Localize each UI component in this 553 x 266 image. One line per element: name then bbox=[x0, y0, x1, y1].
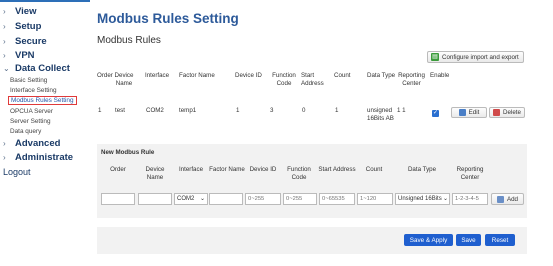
page-title: Modbus Rules Setting bbox=[97, 11, 239, 26]
sidebar-item-view[interactable]: › View bbox=[3, 6, 36, 17]
sidebar-item-administrate[interactable]: › Administrate bbox=[3, 152, 73, 163]
enable-checkbox[interactable]: ✓ bbox=[432, 110, 439, 117]
edit-button[interactable]: Edit bbox=[451, 107, 487, 118]
start-address-input[interactable] bbox=[319, 193, 355, 205]
chevron-right-icon: › bbox=[3, 51, 6, 60]
sidebar-item-secure[interactable]: › Secure bbox=[3, 36, 47, 47]
column-header-count: Count bbox=[334, 72, 351, 79]
delete-icon bbox=[493, 109, 501, 116]
order-input[interactable] bbox=[101, 193, 135, 205]
factor-name-input[interactable] bbox=[209, 193, 243, 205]
column-header-function-code: Function Code bbox=[272, 72, 296, 87]
submenu-modbus-rules-setting[interactable]: Modbus Rules Setting bbox=[8, 96, 77, 105]
sidebar-item-vpn[interactable]: › VPN bbox=[3, 50, 35, 61]
column-header-interface: Interface bbox=[145, 72, 170, 79]
new-header-order: Order bbox=[110, 166, 126, 173]
edit-icon bbox=[458, 109, 466, 116]
new-header-count: Count bbox=[365, 166, 383, 173]
cell-function-code: 3 bbox=[270, 107, 274, 114]
cell-reporting-center: 1 1 bbox=[397, 107, 406, 114]
column-header-reporting-center: Reporting Center bbox=[398, 72, 425, 87]
function-code-input[interactable] bbox=[283, 193, 317, 205]
new-header-data-type: Data Type bbox=[407, 166, 437, 173]
sidebar-item-label: Setup bbox=[15, 21, 42, 32]
column-header-start-address: Start Address bbox=[301, 72, 324, 87]
column-header-enable: Enable bbox=[430, 72, 450, 79]
chevron-down-icon: ⌄ bbox=[3, 64, 10, 73]
save-apply-button[interactable]: Save & Apply bbox=[404, 234, 453, 246]
column-header-device-id: Device ID bbox=[235, 72, 262, 79]
sidebar-item-label: VPN bbox=[15, 50, 35, 61]
sidebar-item-advanced[interactable]: › Advanced bbox=[3, 138, 60, 149]
new-header-device-id: Device ID bbox=[249, 166, 277, 173]
cell-data-type: unsigned 16Bits AB bbox=[367, 107, 394, 122]
chevron-right-icon: › bbox=[3, 37, 6, 46]
cell-start-address: 0 bbox=[302, 107, 306, 114]
chevron-down-icon: ⌄ bbox=[442, 196, 448, 202]
sidebar-item-label: Secure bbox=[15, 36, 47, 47]
config-icon: ▤ bbox=[431, 53, 439, 61]
reset-button[interactable]: Reset bbox=[485, 234, 515, 246]
column-header-factor-name: Factor Name bbox=[179, 72, 215, 79]
chevron-right-icon: › bbox=[3, 153, 6, 162]
button-label: Configure import and export bbox=[442, 53, 519, 61]
count-input[interactable] bbox=[357, 193, 393, 205]
reporting-center-input[interactable] bbox=[452, 193, 488, 205]
new-header-interface: Interface bbox=[178, 166, 204, 173]
button-label: Add bbox=[506, 195, 518, 203]
chevron-right-icon: › bbox=[3, 22, 6, 31]
data-type-select-value: Unsigned 16Bits bbox=[398, 196, 442, 202]
submenu-opcua-server[interactable]: OPCUA Server bbox=[10, 108, 53, 115]
new-rule-panel bbox=[97, 144, 527, 218]
submenu-server-setting[interactable]: Server Setting bbox=[10, 118, 51, 125]
chevron-down-icon: ⌄ bbox=[199, 196, 205, 202]
device-name-input[interactable] bbox=[138, 193, 172, 205]
sidebar-item-label: View bbox=[15, 6, 37, 17]
device-id-input[interactable] bbox=[245, 193, 281, 205]
logout-link[interactable]: Logout bbox=[3, 167, 31, 177]
new-header-factor-name: Factor Name bbox=[209, 166, 245, 173]
sidebar-item-label: Data Collect bbox=[15, 63, 70, 74]
delete-button[interactable]: Delete bbox=[489, 107, 525, 118]
sidebar-item-setup[interactable]: › Setup bbox=[3, 21, 41, 32]
new-header-reporting-center: Reporting Center bbox=[456, 166, 484, 181]
save-button[interactable]: Save bbox=[456, 234, 481, 246]
section-title: Modbus Rules bbox=[97, 35, 161, 46]
cell-device-name: test bbox=[115, 107, 125, 114]
cell-device-id: 1 bbox=[236, 107, 240, 114]
chevron-right-icon: › bbox=[3, 7, 6, 16]
column-header-data-type: Data Type bbox=[367, 72, 396, 79]
cell-factor-name: temp1 bbox=[179, 107, 197, 114]
button-label: Delete bbox=[503, 109, 521, 116]
sidebar-item-label: Administrate bbox=[15, 152, 74, 163]
chevron-right-icon: › bbox=[3, 139, 6, 148]
add-button[interactable]: Add bbox=[491, 193, 524, 205]
sidebar-item-data-collect[interactable]: ⌄ Data Collect bbox=[3, 63, 70, 74]
new-header-function-code: Function Code bbox=[287, 166, 311, 181]
data-type-select[interactable]: Unsigned 16Bits ⌄ bbox=[395, 193, 450, 205]
cell-order: 1 bbox=[98, 107, 102, 114]
sidebar: › View › Setup › Secure › VPN ⌄ Data Col… bbox=[0, 0, 90, 266]
column-header-device-name: Device Name bbox=[114, 72, 134, 87]
submenu-basic-setting[interactable]: Basic Setting bbox=[10, 77, 47, 84]
new-rule-title: New Modbus Rule bbox=[101, 149, 155, 156]
configure-import-export-button[interactable]: ▤ Configure import and export bbox=[427, 51, 524, 63]
interface-select[interactable]: COM2 ⌄ bbox=[174, 193, 208, 205]
new-header-device-name: Device Name bbox=[145, 166, 165, 181]
submenu-interface-setting[interactable]: Interface Setting bbox=[10, 87, 57, 94]
cell-count: 1 bbox=[335, 107, 339, 114]
button-label: Edit bbox=[468, 109, 480, 116]
add-icon bbox=[496, 195, 504, 203]
interface-select-value: COM2 bbox=[177, 196, 195, 202]
column-header-order: Order bbox=[97, 72, 113, 79]
sidebar-item-label: Advanced bbox=[15, 138, 61, 149]
new-header-start-address: Start Address bbox=[318, 166, 356, 173]
sidebar-top-bar bbox=[0, 0, 90, 2]
cell-interface: COM2 bbox=[146, 107, 164, 114]
submenu-data-query[interactable]: Data query bbox=[10, 128, 41, 135]
